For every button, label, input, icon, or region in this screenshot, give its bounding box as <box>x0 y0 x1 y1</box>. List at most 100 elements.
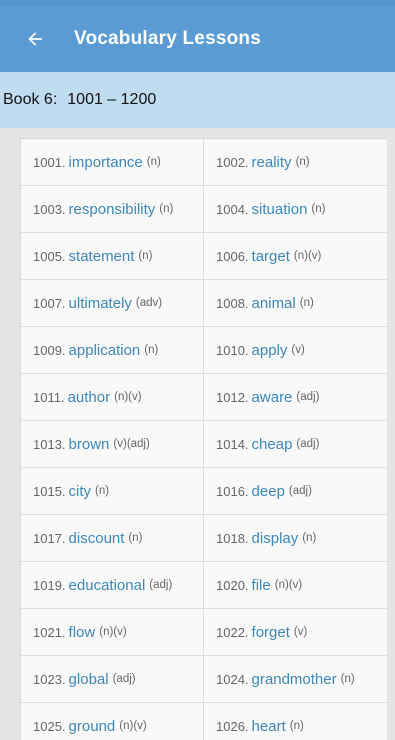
word-text: grandmother <box>251 670 337 688</box>
part-of-speech: (n) <box>159 203 174 215</box>
word-text: forget <box>251 623 290 641</box>
word-number: 1002. <box>216 154 249 170</box>
word-item[interactable]: 1002. reality (n) <box>204 139 387 186</box>
word-number: 1003. <box>33 201 66 217</box>
word-item[interactable]: 1010. apply (v) <box>204 327 387 374</box>
word-number: 1013. <box>33 436 66 452</box>
part-of-speech: (v)(adj) <box>113 438 150 450</box>
page-title: Vocabulary Lessons <box>74 28 261 49</box>
word-number: 1017. <box>33 530 66 546</box>
part-of-speech: (n) <box>138 250 153 262</box>
word-number: 1007. <box>33 295 66 311</box>
word-text: deep <box>251 482 285 500</box>
word-text: responsibility <box>68 200 156 218</box>
word-item[interactable]: 1007. ultimately (adv) <box>21 280 204 327</box>
word-text: city <box>68 482 92 500</box>
word-text: apply <box>251 341 288 359</box>
book-range-header: Book 6: 1001 – 1200 <box>0 72 395 128</box>
word-text: discount <box>68 529 125 547</box>
word-item[interactable]: 1018. display (n) <box>204 515 387 562</box>
word-item[interactable]: 1016. deep (adj) <box>204 468 387 515</box>
word-number: 1018. <box>216 530 249 546</box>
word-item[interactable]: 1009. application (n) <box>21 327 204 374</box>
part-of-speech: (v) <box>293 626 308 638</box>
word-item[interactable]: 1003. responsibility (n) <box>21 186 204 233</box>
app-toolbar: Vocabulary Lessons <box>0 0 395 72</box>
word-number: 1020. <box>216 577 249 593</box>
arrow-left-icon[interactable] <box>22 26 48 52</box>
part-of-speech: (n) <box>289 720 304 732</box>
word-item[interactable]: 1001. importance (n) <box>21 139 204 186</box>
word-number: 1023. <box>33 671 66 687</box>
word-number: 1024. <box>216 671 249 687</box>
word-list: 1001. importance (n) 1002. reality (n) 1003. re… <box>20 138 387 740</box>
word-number: 1015. <box>33 483 66 499</box>
word-text: animal <box>251 294 296 312</box>
part-of-speech: (n) <box>295 156 310 168</box>
word-item[interactable]: 1004. situation (n) <box>204 186 387 233</box>
word-item[interactable]: 1015. city (n) <box>21 468 204 515</box>
word-item[interactable]: 1006. target (n)(v) <box>204 233 387 280</box>
word-text: ground <box>68 717 116 735</box>
part-of-speech: (adj) <box>112 673 136 685</box>
part-of-speech: (n)(v) <box>274 579 303 591</box>
word-text: importance <box>68 153 143 171</box>
word-text: application <box>68 341 141 359</box>
word-item[interactable]: 1019. educational (adj) <box>21 562 204 609</box>
word-item[interactable]: 1024. grandmother (n) <box>204 656 387 703</box>
word-text: file <box>251 576 271 594</box>
part-of-speech: (adj) <box>296 391 320 403</box>
word-item[interactable]: 1008. animal (n) <box>204 280 387 327</box>
part-of-speech: (n) <box>340 673 355 685</box>
part-of-speech: (n) <box>146 156 161 168</box>
word-item[interactable]: 1017. discount (n) <box>21 515 204 562</box>
word-text: statement <box>68 247 135 265</box>
part-of-speech: (adv) <box>135 297 163 309</box>
word-number: 1006. <box>216 248 249 264</box>
word-text: brown <box>68 435 110 453</box>
word-text: cheap <box>251 435 293 453</box>
word-number: 1012. <box>216 389 249 405</box>
word-item[interactable]: 1026. heart (n) <box>204 703 387 740</box>
word-text: reality <box>251 153 292 171</box>
word-number: 1001. <box>33 154 66 170</box>
part-of-speech: (n)(v) <box>114 391 142 403</box>
word-number: 1019. <box>33 577 66 593</box>
part-of-speech: (adj) <box>149 579 173 591</box>
part-of-speech: (n) <box>128 532 143 544</box>
part-of-speech: (n)(v) <box>99 626 127 638</box>
word-text: flow <box>68 623 96 641</box>
part-of-speech: (n) <box>95 485 110 497</box>
word-item[interactable]: 1013. brown (v)(adj) <box>21 421 204 468</box>
word-item[interactable]: 1005. statement (n) <box>21 233 204 280</box>
word-item[interactable]: 1020. file (n)(v) <box>204 562 387 609</box>
word-text: situation <box>251 200 308 218</box>
part-of-speech: (v) <box>291 344 305 356</box>
word-text: aware <box>251 388 293 406</box>
word-grid: 1001. importance (n) 1002. reality (n) 1003. re… <box>20 138 387 740</box>
word-text: author <box>67 388 111 406</box>
word-number: 1004. <box>216 201 249 217</box>
word-item[interactable]: 1023. global (adj) <box>21 656 204 703</box>
word-item[interactable]: 1012. aware (adj) <box>204 374 387 421</box>
word-number: 1022. <box>216 624 249 640</box>
part-of-speech: (n) <box>299 297 314 309</box>
word-item[interactable]: 1021. flow (n)(v) <box>21 609 204 656</box>
book-label: Book 6: <box>3 91 58 108</box>
word-number: 1010. <box>216 342 249 358</box>
word-item[interactable]: 1011. author (n)(v) <box>21 374 204 421</box>
part-of-speech: (n)(v) <box>293 250 322 262</box>
word-number: 1008. <box>216 295 249 311</box>
part-of-speech: (adj) <box>296 438 320 450</box>
word-number: 1009. <box>33 342 66 358</box>
part-of-speech: (n) <box>311 203 326 215</box>
word-text: display <box>251 529 299 547</box>
word-number: 1021. <box>33 624 66 640</box>
part-of-speech: (adj) <box>288 485 312 497</box>
app-screen: Vocabulary Lessons Book 6: 1001 – 1200 1… <box>0 0 395 740</box>
word-item[interactable]: 1014. cheap (adj) <box>204 421 387 468</box>
word-item[interactable]: 1025. ground (n)(v) <box>21 703 204 740</box>
part-of-speech: (n) <box>302 532 317 544</box>
word-item[interactable]: 1022. forget (v) <box>204 609 387 656</box>
word-text: target <box>251 247 290 265</box>
